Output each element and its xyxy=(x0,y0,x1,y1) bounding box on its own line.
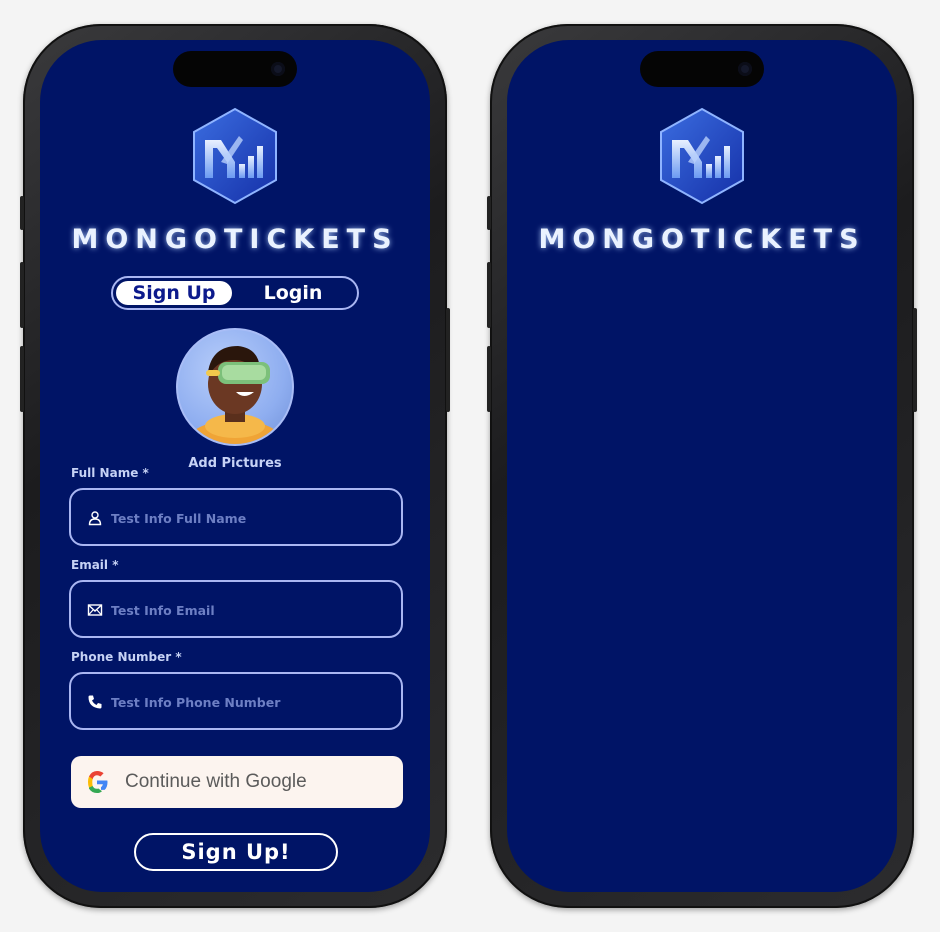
brand-logo-icon xyxy=(660,107,744,205)
brand-title: MONGOTICKETS xyxy=(538,224,866,255)
side-button xyxy=(20,196,24,230)
full-name-input[interactable] xyxy=(111,507,391,529)
dynamic-island xyxy=(640,51,764,87)
email-label: Email * xyxy=(71,558,119,572)
tab-sign-up[interactable]: Sign Up xyxy=(116,281,232,305)
phone-icon xyxy=(88,695,102,709)
profile-avatar[interactable] xyxy=(176,328,294,446)
email-field[interactable] xyxy=(69,580,403,638)
volume-up-button xyxy=(487,262,491,328)
signup-screen: MONGOTICKETS Sign Up Login Add Pictures … xyxy=(40,40,430,892)
google-icon xyxy=(88,771,108,793)
volume-up-button xyxy=(20,262,24,328)
phone-input[interactable] xyxy=(111,691,391,713)
side-button xyxy=(487,196,491,230)
dynamic-island xyxy=(173,51,297,87)
volume-down-button xyxy=(20,346,24,412)
auth-mode-toggle[interactable]: Sign Up Login xyxy=(111,276,359,310)
phone-field[interactable] xyxy=(69,672,403,730)
volume-down-button xyxy=(487,346,491,412)
continue-with-google-button[interactable]: Continue with Google xyxy=(71,756,403,808)
avatar-illustration xyxy=(187,346,283,444)
camera-icon xyxy=(271,62,285,76)
brand-title: MONGOTICKETS xyxy=(71,224,399,255)
phone-frame-signup: MONGOTICKETS Sign Up Login Add Pictures … xyxy=(20,24,450,908)
brand-logo-icon xyxy=(193,107,277,205)
full-name-label: Full Name * xyxy=(71,466,149,480)
power-button xyxy=(913,308,917,412)
user-icon xyxy=(88,511,102,526)
google-button-label: Continue with Google xyxy=(125,771,307,792)
power-button xyxy=(446,308,450,412)
tab-login[interactable]: Login xyxy=(235,281,351,305)
splash-screen: MONGOTICKETS xyxy=(507,40,897,892)
envelope-icon xyxy=(87,604,103,616)
phone-frame-splash: MONGOTICKETS xyxy=(487,24,917,908)
add-pictures-label[interactable]: Add Pictures xyxy=(135,456,335,471)
phone-label: Phone Number * xyxy=(71,650,182,664)
email-input[interactable] xyxy=(111,599,391,621)
sign-up-submit-button[interactable]: Sign Up! xyxy=(134,833,338,871)
camera-icon xyxy=(738,62,752,76)
full-name-field[interactable] xyxy=(69,488,403,546)
